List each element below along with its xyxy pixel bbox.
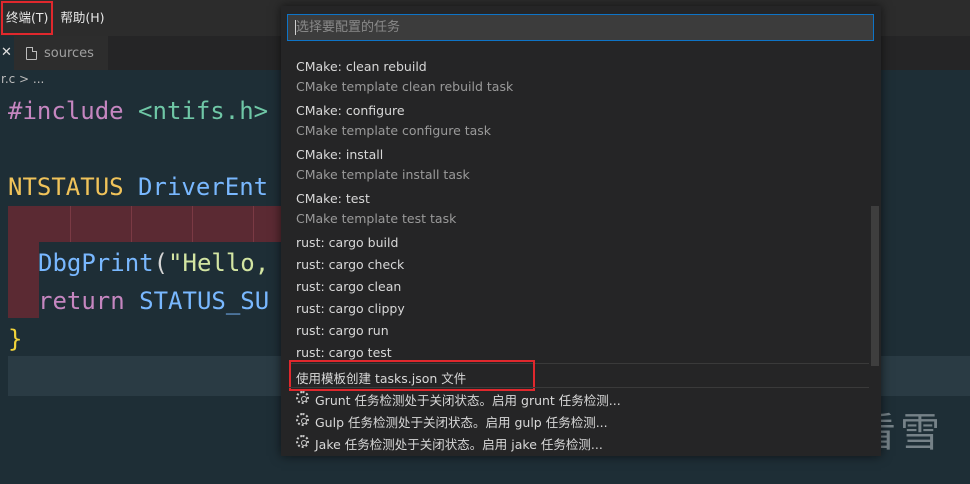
code-line: }: [8, 320, 22, 358]
code-line: NTSTATUS DriverEnt: [8, 168, 268, 206]
indent-guide: [192, 206, 193, 242]
item-label: Grunt 任务检测处于关闭状态。启用 grunt 任务检测...: [315, 393, 621, 408]
code-line: #include <ntifs.h>: [8, 92, 268, 130]
item-label: rust: cargo clean: [296, 279, 402, 294]
tab-sources[interactable]: sources: [14, 36, 108, 70]
gear-icon: [296, 413, 309, 426]
gear-icon: [296, 435, 309, 448]
code-line: DbgPrint("Hello,: [38, 244, 269, 282]
list-item[interactable]: rust: cargo clean: [281, 276, 869, 298]
item-label: rust: cargo clippy: [296, 301, 405, 316]
list-item[interactable]: Grunt 任务检测处于关闭状态。启用 grunt 任务检测...: [281, 387, 869, 409]
item-description: CMake template test task: [296, 211, 457, 226]
list-item[interactable]: CMake: install CMake template install ta…: [281, 144, 869, 188]
item-label: rust: cargo test: [296, 345, 392, 360]
item-label: Gulp 任务检测处于关闭状态。启用 gulp 任务检测...: [315, 415, 608, 430]
code-token: }: [8, 325, 23, 353]
list-item[interactable]: Jake 任务检测处于关闭状态。启用 jake 任务检测...: [281, 431, 869, 453]
code-token: return: [38, 287, 125, 315]
item-label: CMake: clean rebuild: [296, 59, 427, 74]
code-line: return STATUS_SU: [38, 282, 269, 320]
error-highlight: [8, 206, 283, 242]
list-item[interactable]: CMake: test CMake template test task: [281, 188, 869, 232]
list-item[interactable]: CMake: configure CMake template configur…: [281, 100, 869, 144]
item-label: CMake: test: [296, 191, 370, 206]
list-item[interactable]: CMake: clean rebuild CMake template clea…: [281, 56, 869, 100]
item-label: Jake 任务检测处于关闭状态。启用 jake 任务检测...: [315, 437, 603, 452]
code-token: (: [153, 249, 169, 277]
close-icon[interactable]: ✕: [0, 36, 14, 70]
list-item[interactable]: Gulp 任务检测处于关闭状态。启用 gulp 任务检测...: [281, 409, 869, 431]
quick-pick-panel: 选择要配置的任务 CMake: clean rebuild CMake temp…: [281, 6, 881, 456]
indent-guide: [131, 206, 132, 242]
code-token: DriverEnt: [138, 173, 269, 201]
list-item[interactable]: rust: cargo clippy: [281, 298, 869, 320]
item-description: CMake template configure task: [296, 123, 492, 138]
code-token: NTSTATUS: [8, 173, 124, 201]
list-item[interactable]: rust: cargo build: [281, 232, 869, 254]
code-token: <ntifs.h>: [138, 97, 269, 125]
indent-guide: [70, 206, 71, 242]
indent-guide: [253, 206, 254, 242]
code-token: DbgPrint: [38, 249, 154, 277]
item-description: CMake template install task: [296, 167, 470, 182]
code-token: "Hello,: [168, 249, 270, 277]
item-label: CMake: configure: [296, 103, 405, 118]
list-item[interactable]: rust: cargo run: [281, 320, 869, 342]
menu-terminal[interactable]: 终端(T): [0, 0, 54, 36]
file-icon: [26, 46, 37, 60]
breadcrumb[interactable]: r.c > ...: [0, 72, 44, 92]
task-search-input[interactable]: 选择要配置的任务: [287, 14, 874, 41]
item-label: CMake: install: [296, 147, 384, 162]
item-label: rust: cargo run: [296, 323, 389, 338]
item-label: rust: cargo build: [296, 235, 399, 250]
gear-icon: [296, 391, 309, 404]
item-description: CMake template clean rebuild task: [296, 79, 514, 94]
error-highlight: [8, 242, 39, 318]
item-label: rust: cargo check: [296, 257, 405, 272]
menu-help[interactable]: 帮助(H): [54, 0, 110, 36]
scrollbar-thumb[interactable]: [871, 206, 879, 366]
code-token: #include: [8, 97, 124, 125]
list-item[interactable]: rust: cargo check: [281, 254, 869, 276]
task-list[interactable]: CMake: clean rebuild CMake template clea…: [281, 46, 881, 456]
tab-label: sources: [44, 45, 94, 61]
code-token: STATUS_SU: [139, 287, 270, 315]
